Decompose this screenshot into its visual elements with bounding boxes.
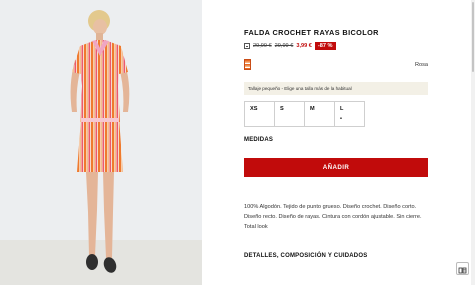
product-image[interactable] (0, 0, 202, 285)
scrollbar[interactable] (471, 0, 475, 285)
add-to-cart-button[interactable]: AÑADIR (244, 158, 428, 177)
size-option-m[interactable]: M (304, 101, 335, 127)
color-name: Rosa (414, 62, 428, 68)
size-option-s[interactable]: S (274, 101, 305, 127)
scrollbar-thumb[interactable] (472, 2, 474, 72)
size-label: M (310, 106, 315, 112)
document-icon-graphic (458, 267, 467, 274)
size-label: L (340, 106, 344, 112)
product-panel: FALDA CROCHET RAYAS BICOLOR 29,99 € 29,9… (244, 0, 428, 285)
checkbox-icon[interactable] (244, 42, 250, 49)
sale-price: 3,99 € (296, 42, 312, 49)
product-title: FALDA CROCHET RAYAS BICOLOR (244, 28, 379, 37)
previous-price: 29,99 € (274, 42, 294, 49)
price-row: 29,99 € 29,99 € 3,99 € -87 % (244, 40, 336, 51)
discount-badge: -87 % (314, 41, 336, 50)
document-icon[interactable] (456, 262, 469, 275)
color-swatch[interactable] (244, 59, 251, 70)
size-option-xs[interactable]: XS (244, 101, 275, 127)
low-stock-marker: • (340, 116, 342, 122)
size-option-l[interactable]: L • (334, 101, 365, 127)
size-label: S (280, 106, 284, 112)
measures-link[interactable]: MEDIDAS (244, 137, 273, 143)
original-price: 29,99 € (253, 42, 272, 49)
product-description: 100% Algodón. Tejido de punto grueso. Di… (244, 204, 422, 230)
model-illustration (0, 0, 202, 285)
details-section-link[interactable]: DETALLES, COMPOSICIÓN Y CUIDADOS (244, 253, 367, 259)
size-notice: Tallaje pequeño - Elige una talla más de… (244, 82, 428, 95)
size-selector: XS S M L • (244, 101, 365, 127)
size-label: XS (250, 106, 258, 112)
